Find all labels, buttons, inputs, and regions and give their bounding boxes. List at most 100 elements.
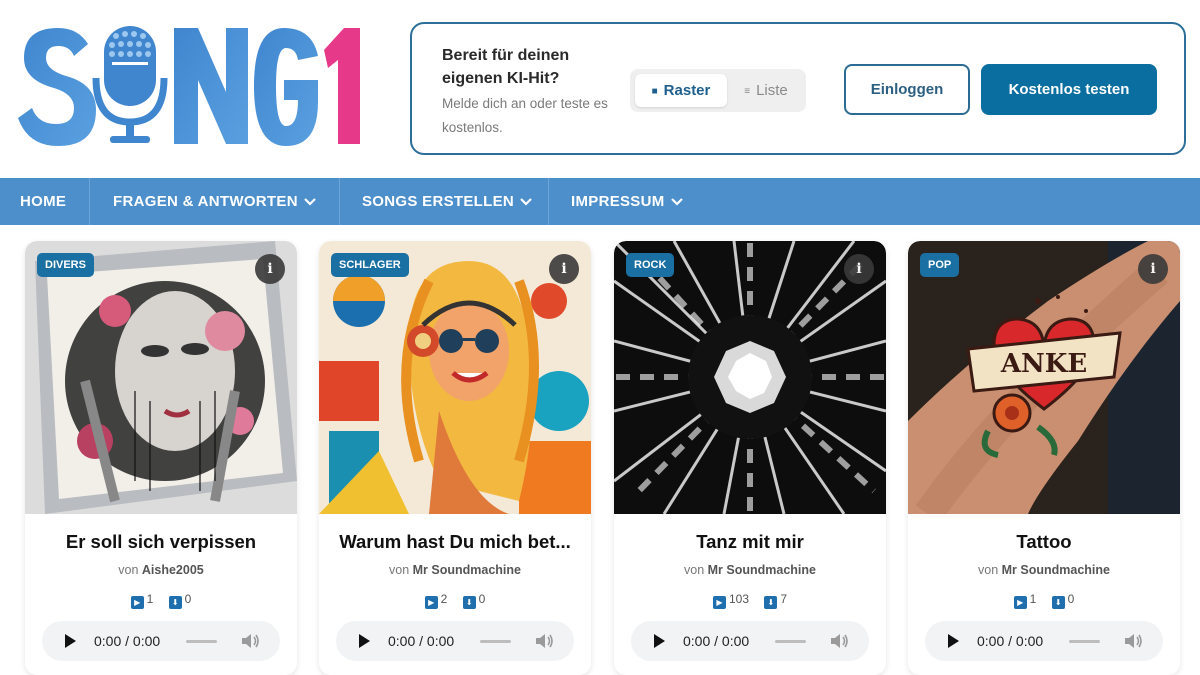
download-count: 0 [1067,592,1075,606]
seek-slider[interactable] [775,640,806,643]
song-author: von Mr Soundmachine [614,563,886,577]
time-display: 0:00 / 0:00 [94,633,161,649]
play-count-icon: ▶ [712,596,726,609]
audio-player: 0:00 / 0:00 [631,621,869,661]
time-display: 0:00 / 0:00 [683,633,750,649]
liste-label: Liste [756,82,788,99]
logo-letter-s [18,28,96,146]
download-count: 7 [780,592,788,606]
genre-badge[interactable]: DIVERS [37,253,94,277]
nav-divider [548,178,549,225]
raster-view-button[interactable]: ■ Raster [635,74,727,107]
nav-divider [339,178,340,225]
seek-slider[interactable] [480,640,511,643]
song-stats: ▶ 1 ⬇ 0 [25,592,297,609]
audio-player: 0:00 / 0:00 [336,621,574,661]
chevron-down-icon [520,178,532,225]
info-icon[interactable]: i [549,254,579,284]
list-icon: ≡ [744,86,751,97]
author-prefix: von [978,563,999,577]
play-count: 1 [146,592,154,606]
author-name[interactable]: Mr Soundmachine [708,563,816,577]
download-icon: ⬇ [1051,596,1065,609]
nav-item-impressum[interactable]: IMPRESSUM [571,178,683,225]
audio-player: 0:00 / 0:00 [925,621,1163,661]
volume-icon[interactable] [830,633,850,649]
view-toggle: ■ Raster ≡ Liste [630,69,806,112]
nav-item-home[interactable]: HOME [20,178,66,225]
play-button[interactable] [948,634,959,648]
microphone-icon [92,26,168,143]
song-author: von Aishe2005 [25,563,297,577]
song-title[interactable]: Tattoo [916,531,1172,553]
cd-case-portrait-art[interactable]: DIVERS i [25,241,297,514]
volume-icon[interactable] [535,633,555,649]
raster-label: Raster [663,82,711,99]
song-author: von Mr Soundmachine [319,563,591,577]
song-stats: ▶ 103 ⬇ 7 [614,592,886,609]
play-count-icon: ▶ [424,596,438,609]
promo-box: Bereit für deinen eigenen KI-Hit? Melde … [410,22,1186,155]
song-card[interactable]: SCHLAGER i Warum hast Du mich bet... von… [319,241,591,675]
nav-item-faq[interactable]: FRAGEN & ANTWORTEN [113,178,316,225]
info-icon[interactable]: i [255,254,285,284]
tattoo-text: ANKE [1000,349,1087,379]
song-stats: ▶ 1 ⬇ 0 [908,592,1180,609]
audio-player: 0:00 / 0:00 [42,621,280,661]
volume-icon[interactable] [241,633,261,649]
heart-tattoo-art[interactable]: ANKE POP i [908,241,1180,514]
play-button[interactable] [359,634,370,648]
woman-headphones-art[interactable]: SCHLAGER i [319,241,591,514]
play-button[interactable] [654,634,665,648]
nav-label: IMPRESSUM [571,193,665,210]
song-title[interactable]: Warum hast Du mich bet... [327,531,583,553]
song-title[interactable]: Tanz mit mir [622,531,878,553]
play-count-icon: ▶ [1013,596,1027,609]
play-button[interactable] [65,634,76,648]
song-title[interactable]: Er soll sich verpissen [33,531,289,553]
black-white-burst-art[interactable]: ROCK i [614,241,886,514]
grid-icon: ■ [651,86,658,97]
free-trial-button[interactable]: Kostenlos testen [981,64,1157,115]
author-prefix: von [389,563,410,577]
site-header: Bereit für deinen eigenen KI-Hit? Melde … [0,0,1200,178]
play-count: 2 [440,592,448,606]
seek-slider[interactable] [186,640,217,643]
volume-icon[interactable] [1124,633,1144,649]
seek-slider[interactable] [1069,640,1100,643]
promo-title: Bereit für deinen eigenen KI-Hit? [442,47,570,87]
download-count: 0 [478,592,486,606]
genre-badge[interactable]: POP [920,253,960,277]
genre-badge[interactable]: ROCK [626,253,675,277]
nav-label: SONGS ERSTELLEN [362,193,515,210]
nav-item-create-songs[interactable]: SONGS ERSTELLEN [362,178,532,225]
info-icon[interactable]: i [1138,254,1168,284]
time-display: 0:00 / 0:00 [977,633,1044,649]
song-card[interactable]: DIVERS i Er soll sich verpissen von Aish… [25,241,297,675]
site-logo[interactable] [18,22,363,150]
download-icon: ⬇ [764,596,778,609]
author-prefix: von [118,563,139,577]
promo-subtitle: Melde dich an oder teste es kostenlos. [442,96,608,135]
info-icon[interactable]: i [844,254,874,284]
login-button[interactable]: Einloggen [844,64,970,115]
song-card[interactable]: ROCK i Tanz mit mir von Mr Soundmachine … [614,241,886,675]
list-view-button[interactable]: ≡ Liste [730,74,802,107]
genre-badge[interactable]: SCHLAGER [331,253,409,277]
logo-number-1 [324,28,360,144]
download-icon: ⬇ [168,596,182,609]
chevron-down-icon [304,178,316,225]
song-card[interactable]: ANKE POP i Tattoo von Mr Soundmachine ▶ 1… [908,241,1180,675]
song1-logo-graphic [18,26,360,146]
download-icon: ⬇ [462,596,476,609]
song-stats: ▶ 2 ⬇ 0 [319,592,591,609]
nav-label: HOME [20,193,67,210]
song-author: von Mr Soundmachine [908,563,1180,577]
main-nav: HOME FRAGEN & ANTWORTEN SONGS ERSTELLEN … [0,178,1200,225]
nav-divider [89,178,90,225]
author-name[interactable]: Mr Soundmachine [1002,563,1110,577]
play-count: 1 [1029,592,1037,606]
chevron-down-icon [670,178,683,225]
author-name[interactable]: Mr Soundmachine [413,563,521,577]
author-name[interactable]: Aishe2005 [142,563,204,577]
